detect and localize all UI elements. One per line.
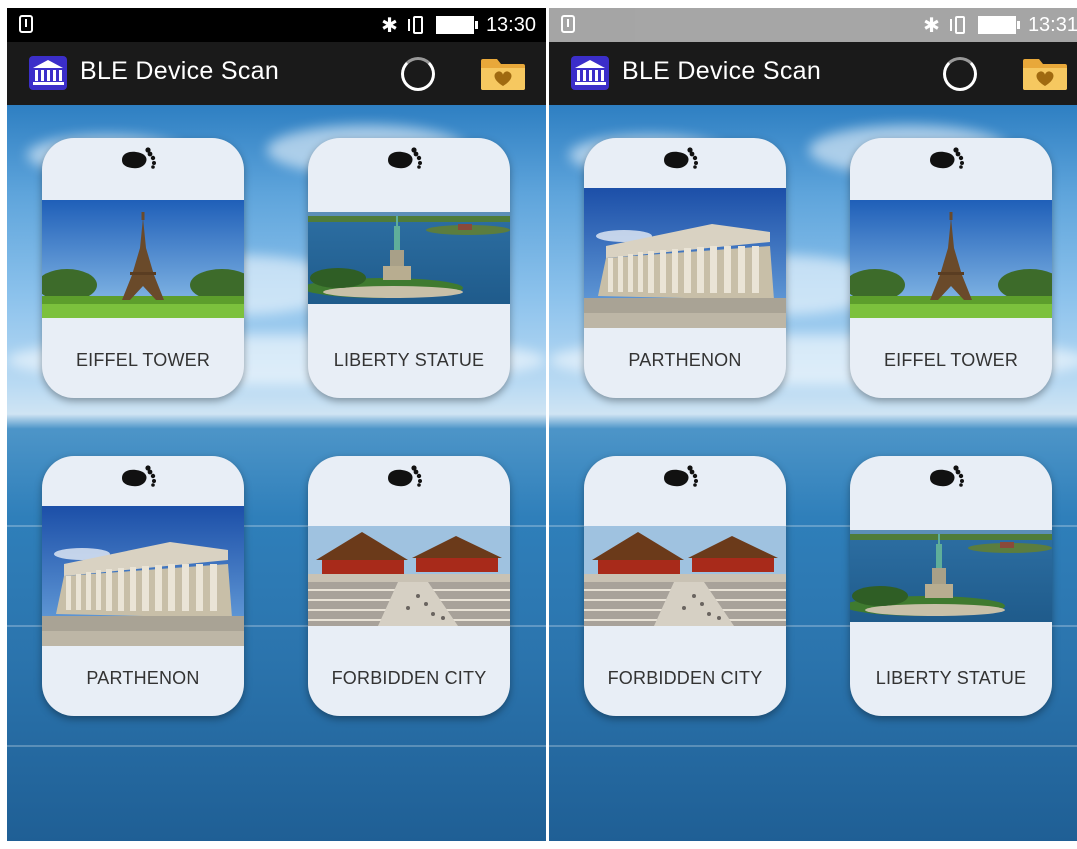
status-icons: ✱ 13:30 — [381, 8, 536, 42]
card-label: LIBERTY STATUE — [333, 350, 485, 370]
device-card[interactable]: FORBIDDEN CITY — [584, 456, 786, 716]
bank-icon — [571, 56, 609, 90]
card-label: EIFFEL TOWER — [883, 350, 1019, 370]
bank-icon — [29, 56, 67, 90]
card-label: FORBIDDEN CITY — [607, 668, 763, 688]
spinner-icon[interactable] — [401, 57, 435, 91]
status-time: 13:30 — [485, 13, 536, 36]
footprints-icon — [118, 146, 168, 174]
battery-icon — [977, 16, 1020, 34]
battery-icon — [435, 16, 478, 34]
card-label: FORBIDDEN CITY — [331, 668, 487, 688]
spinner-icon[interactable] — [943, 57, 977, 91]
device-card[interactable]: PARTHENON — [42, 456, 244, 716]
status-bar: ✱ 13:31 — [549, 8, 1077, 42]
eiffel-tower-photo — [850, 200, 1052, 318]
device-card[interactable]: LIBERTY STATUE — [850, 456, 1052, 716]
parthenon-photo — [42, 506, 244, 646]
forbidden-city-photo — [584, 526, 786, 626]
bluetooth-icon: ✱ — [923, 13, 940, 37]
card-label: LIBERTY STATUE — [875, 668, 1027, 688]
forbidden-city-photo — [308, 526, 510, 626]
device-card[interactable]: FORBIDDEN CITY — [308, 456, 510, 716]
device-card[interactable]: PARTHENON — [584, 138, 786, 398]
heart-folder-icon[interactable] — [479, 56, 527, 92]
card-label: PARTHENON — [86, 668, 200, 688]
vibrate-icon — [949, 15, 968, 35]
notification-alert-icon — [561, 15, 575, 33]
vibrate-icon — [407, 15, 426, 35]
footprints-icon — [660, 146, 710, 174]
bluetooth-icon: ✱ — [381, 13, 398, 37]
app-title: BLE Device Scan — [622, 57, 822, 85]
footprints-icon — [926, 464, 976, 492]
device-card[interactable]: EIFFEL TOWER — [42, 138, 244, 398]
status-icons: ✱ 13:31 — [923, 8, 1077, 42]
app-title: BLE Device Scan — [80, 57, 280, 85]
footprints-icon — [926, 146, 976, 174]
screen-left: ✱ 13:30 BLE Device Scan EIFFEL TOWER LIB… — [7, 8, 546, 841]
footprints-icon — [384, 146, 434, 174]
notification-alert-icon — [19, 15, 33, 33]
device-card[interactable]: EIFFEL TOWER — [850, 138, 1052, 398]
heart-folder-icon[interactable] — [1021, 56, 1069, 92]
device-card[interactable]: LIBERTY STATUE — [308, 138, 510, 398]
liberty-statue-photo — [308, 212, 510, 304]
screen-right: ✱ 13:31 BLE Device Scan PARTHENON EIFFEL… — [549, 8, 1077, 841]
device-grid: EIFFEL TOWER LIBERTY STATUE PARTHENON FO… — [7, 105, 546, 841]
liberty-statue-photo — [850, 530, 1052, 622]
footprints-icon — [118, 464, 168, 492]
parthenon-photo — [584, 188, 786, 328]
eiffel-tower-photo — [42, 200, 244, 318]
footprints-icon — [660, 464, 710, 492]
card-label: EIFFEL TOWER — [75, 350, 211, 370]
status-bar: ✱ 13:30 — [7, 8, 546, 42]
card-label: PARTHENON — [628, 350, 742, 370]
app-bar: BLE Device Scan — [549, 42, 1077, 105]
app-bar: BLE Device Scan — [7, 42, 546, 105]
device-grid: PARTHENON EIFFEL TOWER FORBIDDEN CITY LI… — [549, 105, 1077, 841]
status-time: 13:31 — [1027, 13, 1077, 36]
footprints-icon — [384, 464, 434, 492]
